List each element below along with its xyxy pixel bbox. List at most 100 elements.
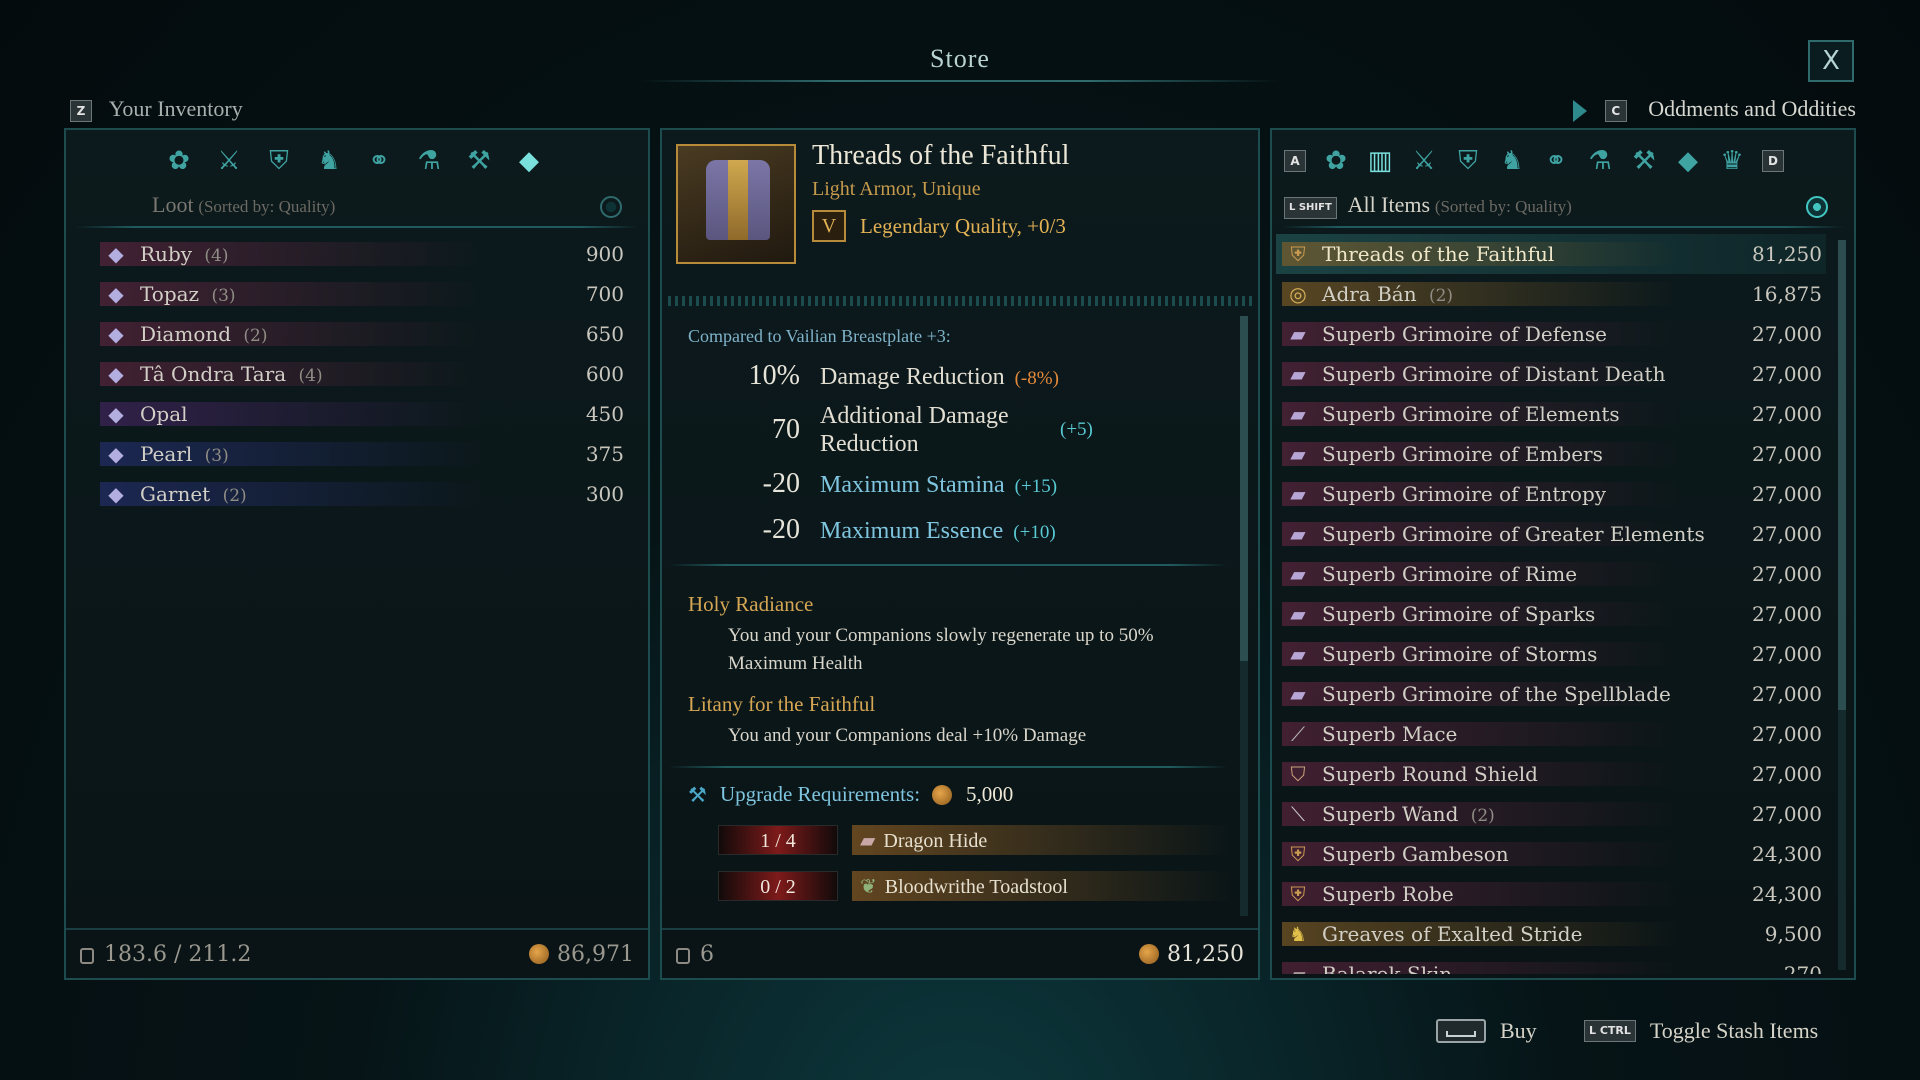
item-price: 24,300	[1752, 882, 1822, 906]
armor-icon[interactable]: ⛨	[262, 144, 296, 178]
gems-icon[interactable]: ◆	[512, 144, 546, 178]
store-title: Store	[930, 44, 990, 73]
stat-name: Maximum Stamina	[820, 472, 1005, 498]
gold-icon	[932, 784, 953, 805]
requirement-row: 0 / 2 ❦ Bloodwrithe Toadstool	[718, 870, 1232, 902]
item-price: 375	[585, 442, 624, 466]
inventory-weight: 183.6 / 211.2	[104, 941, 252, 967]
inventory-item-row[interactable]: ◆ Topaz (3) 700	[94, 274, 624, 314]
stat-maximum-essence: -20 Maximum Essence (+10)	[688, 514, 1056, 546]
grimoire-icon: ▰	[1290, 602, 1306, 626]
item-name: Superb Grimoire of Storms	[1322, 642, 1598, 666]
item-name: Superb Grimoire of Greater Elements	[1322, 522, 1705, 546]
inventory-tab[interactable]: Z Your Inventory	[70, 96, 243, 122]
merchant-item-row[interactable]: ⟍ Superb Wand (2) 27,000	[1276, 794, 1826, 834]
close-button[interactable]: X	[1808, 40, 1854, 82]
merchant-item-row[interactable]: ▰ Superb Grimoire of Entropy 27,000	[1276, 474, 1826, 514]
merchant-item-row[interactable]: ▰ Superb Grimoire of Storms 27,000	[1276, 634, 1826, 674]
rings-icon[interactable]: ⚭	[362, 144, 396, 178]
key-a: A	[1284, 150, 1306, 172]
merchant-scrollbar[interactable]	[1838, 240, 1846, 970]
detail-footer: 6 81,250	[662, 928, 1258, 978]
merchant-item-row[interactable]: ⛨ Superb Gambeson 24,300	[1276, 834, 1826, 874]
weapons-icon[interactable]: ⚔	[212, 144, 246, 178]
item-name: Superb Grimoire of Defense	[1322, 322, 1607, 346]
crafting-icon[interactable]: ⚒	[462, 144, 496, 178]
merchant-item-row[interactable]: ▰ Superb Grimoire of Elements 27,000	[1276, 394, 1826, 434]
divider	[76, 226, 638, 228]
merchant-item-row[interactable]: ◎ Adra Bán (2) 16,875	[1276, 274, 1826, 314]
item-name: Garnet (2)	[140, 482, 247, 506]
armor-icon[interactable]: ⛨	[1451, 144, 1485, 178]
item-name: Superb Mace	[1322, 722, 1458, 746]
inventory-sort-label[interactable]: Loot (Sorted by: Quality)	[152, 192, 335, 218]
settings-icon[interactable]	[1806, 196, 1828, 218]
merchant-item-row[interactable]: ▰ Superb Grimoire of Greater Elements 27,…	[1276, 514, 1826, 554]
rings-icon[interactable]: ⚭	[1539, 144, 1573, 178]
requirement-label: Bloodwrithe Toadstool	[884, 876, 1068, 898]
inventory-item-row[interactable]: ◆ Ruby (4) 900	[94, 234, 624, 274]
merchant-item-row[interactable]: ▰ Balarok Skin 270	[1276, 954, 1826, 974]
inventory-tab-label: Your Inventory	[108, 96, 243, 121]
grimoire-icon: ▰	[1290, 522, 1306, 546]
merchant-item-row[interactable]: ⛨ Threads of the Faithful 81,250	[1276, 234, 1826, 274]
merchant-tab[interactable]: C Oddments and Oddities	[1573, 96, 1856, 122]
all-items-icon[interactable]: ▥	[1363, 144, 1397, 178]
item-price: 27,000	[1752, 602, 1822, 626]
hide-icon: ▰	[860, 828, 876, 852]
loot-bag-icon[interactable]: ✿	[162, 144, 196, 178]
merchant-item-row[interactable]: ⛉ Superb Round Shield 27,000	[1276, 754, 1826, 794]
settings-icon[interactable]	[600, 196, 622, 218]
toggle-stash-hint[interactable]: L CTRL Toggle Stash Items	[1584, 1018, 1818, 1044]
merchant-sort-label[interactable]: L SHIFT All Items (Sorted by: Quality)	[1284, 192, 1572, 219]
item-price: 27,000	[1752, 802, 1822, 826]
merchant-item-row[interactable]: ▰ Superb Grimoire of Distant Death 27,000	[1276, 354, 1826, 394]
buy-hint[interactable]: Buy	[1436, 1018, 1537, 1044]
consumables-icon[interactable]: ⚗	[1583, 144, 1617, 178]
inventory-item-row[interactable]: ◆ Tâ Ondra Tara (4) 600	[94, 354, 624, 394]
stat-delta: (-8%)	[1014, 368, 1059, 389]
boots-icon[interactable]: ♞	[312, 144, 346, 178]
gems-icon[interactable]: ◆	[1671, 144, 1705, 178]
detail-scrollbar[interactable]	[1240, 316, 1248, 916]
wand-icon: ⟍	[1291, 802, 1305, 826]
crafting-icon[interactable]: ⚒	[1627, 144, 1661, 178]
item-name: Ruby (4)	[140, 242, 229, 266]
boots-icon[interactable]: ♞	[1495, 144, 1529, 178]
armor-icon: ⛨	[1290, 242, 1306, 266]
stat-additional-damage-reduction: 70 Additional Damage Reduction (+5)	[688, 402, 1093, 458]
quality-text: Legendary Quality, +0/3	[860, 213, 1066, 238]
merchant-item-row[interactable]: ▰ Superb Grimoire of Sparks 27,000	[1276, 594, 1826, 634]
item-name: Superb Grimoire of Distant Death	[1322, 362, 1666, 386]
item-price: 27,000	[1752, 562, 1822, 586]
loot-bag-icon[interactable]: ✿	[1319, 144, 1353, 178]
merchant-item-row[interactable]: ▰ Superb Grimoire of Rime 27,000	[1276, 554, 1826, 594]
merchant-list: ⛨ Threads of the Faithful 81,250 ◎ Adra Bán…	[1276, 234, 1826, 974]
merchant-item-row[interactable]: ⟋ Superb Mace 27,000	[1276, 714, 1826, 754]
weapons-icon[interactable]: ⚔	[1407, 144, 1441, 178]
inventory-item-row[interactable]: ◆ Diamond (2) 650	[94, 314, 624, 354]
item-name: Pearl (3)	[140, 442, 229, 466]
item-price: 270	[1783, 962, 1822, 974]
requirement-name: ❦ Bloodwrithe Toadstool	[852, 871, 1232, 901]
merchant-item-row[interactable]: ▰ Superb Grimoire of the Spellblade 27,00…	[1276, 674, 1826, 714]
inventory-item-row[interactable]: ◆ Opal 450	[94, 394, 624, 434]
crown-icon[interactable]: ♛	[1715, 144, 1749, 178]
grimoire-icon: ▰	[1290, 562, 1306, 586]
mace-icon: ⟋	[1291, 722, 1305, 746]
item-name: Tâ Ondra Tara (4)	[140, 362, 323, 386]
merchant-item-row[interactable]: ▰ Superb Grimoire of Embers 27,000	[1276, 434, 1826, 474]
merchant-item-row[interactable]: ▰ Superb Grimoire of Defense 27,000	[1276, 314, 1826, 354]
inventory-item-row[interactable]: ◆ Pearl (3) 375	[94, 434, 624, 474]
compared-label: Compared to Vailian Breastplate +3:	[688, 326, 951, 346]
key-lctrl: L CTRL	[1584, 1020, 1636, 1042]
merchant-item-row[interactable]: ♞ Greaves of Exalted Stride 9,500	[1276, 914, 1826, 954]
scrollbar-thumb[interactable]	[1240, 316, 1248, 661]
scrollbar-thumb[interactable]	[1838, 240, 1846, 710]
stat-name: Additional Damage Reduction	[820, 403, 1009, 457]
requirement-row: 1 / 4 ▰ Dragon Hide	[718, 824, 1232, 856]
inventory-item-row[interactable]: ◆ Garnet (2) 300	[94, 474, 624, 514]
stat-delta: (+10)	[1013, 522, 1056, 543]
merchant-item-row[interactable]: ⛨ Superb Robe 24,300	[1276, 874, 1826, 914]
consumables-icon[interactable]: ⚗	[412, 144, 446, 178]
